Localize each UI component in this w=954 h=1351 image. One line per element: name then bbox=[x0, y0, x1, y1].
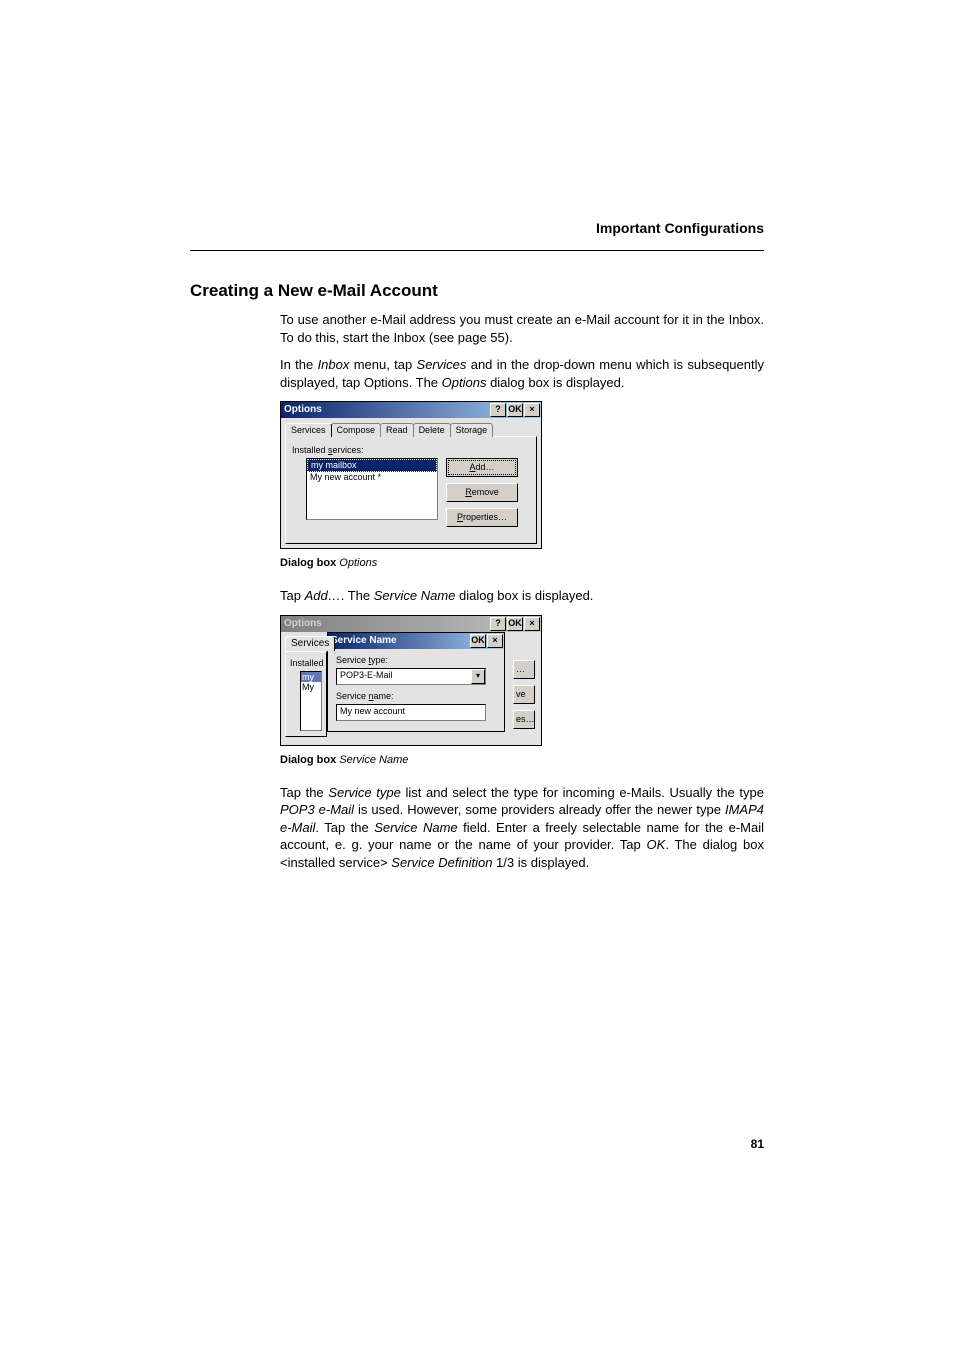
window-title: Service Name bbox=[328, 633, 470, 649]
tab-panel-services: Installed services: my mailbox My new ac… bbox=[285, 436, 537, 544]
properties-button[interactable]: Properties… bbox=[446, 508, 518, 527]
caption-2: Dialog box Service Name bbox=[280, 754, 764, 766]
text: ame: bbox=[374, 691, 394, 701]
page-number: 81 bbox=[751, 1137, 764, 1151]
remove-button[interactable]: Remove bbox=[446, 483, 518, 502]
services-listbox[interactable]: my mailbox My new account * bbox=[306, 458, 438, 520]
text: is used. However, some providers already… bbox=[354, 802, 725, 817]
service-name-dialog: Service Name OK × Service type: POP3-E-M… bbox=[327, 632, 513, 732]
paragraph-1: To use another e-Mail address you must c… bbox=[280, 311, 764, 346]
text: roperties… bbox=[463, 512, 507, 522]
text: list and select the type for incoming e-… bbox=[401, 785, 764, 800]
caption-label: Dialog box bbox=[280, 754, 336, 766]
service-type-combobox[interactable]: POP3-E-Mail ▾ bbox=[336, 668, 486, 685]
list-item[interactable]: my mailbox bbox=[307, 459, 437, 472]
text: ervices: bbox=[333, 445, 364, 455]
window-body: Services Compose Read Delete Storage Ins… bbox=[281, 418, 541, 548]
paragraph-4: Tap the Service type list and select the… bbox=[280, 784, 764, 872]
titlebar[interactable]: Service Name OK × bbox=[328, 633, 504, 649]
section-heading: Creating a New e-Mail Account bbox=[190, 281, 764, 301]
caption-label: Dialog box bbox=[280, 557, 336, 569]
window-title: Options bbox=[281, 402, 490, 418]
text: dialog box is displayed. bbox=[455, 588, 593, 603]
text: Service bbox=[336, 655, 369, 665]
caption-1: Dialog box Options bbox=[280, 557, 764, 569]
service-name-input[interactable]: My new account bbox=[336, 704, 486, 721]
text: Tap the bbox=[280, 785, 328, 800]
window-title-bg: Options bbox=[281, 616, 490, 632]
installed-label-bg: Installed bbox=[290, 658, 324, 668]
properties-button-edge: es… bbox=[513, 710, 535, 729]
service-type-label: Service type: bbox=[336, 655, 496, 665]
help-icon[interactable]: ? bbox=[490, 403, 506, 417]
text: Service bbox=[336, 691, 369, 701]
text: 1/3 is displayed. bbox=[492, 855, 589, 870]
add-button[interactable]: Add… bbox=[446, 458, 518, 477]
tab-storage[interactable]: Storage bbox=[450, 423, 494, 437]
list-item-bg: My bbox=[301, 682, 321, 692]
italic-inbox: Inbox bbox=[318, 357, 350, 372]
tab-delete[interactable]: Delete bbox=[413, 423, 451, 437]
titlebar-inactive: Options ? OK × bbox=[281, 616, 541, 632]
italic-service-name: Service Name bbox=[374, 588, 456, 603]
ok-button[interactable]: OK bbox=[470, 634, 486, 648]
text: ype: bbox=[371, 655, 388, 665]
text: . Tap the bbox=[315, 820, 374, 835]
ok-button: OK bbox=[507, 617, 523, 631]
running-header: Important Configurations bbox=[190, 220, 764, 244]
tab-services[interactable]: Services bbox=[285, 423, 332, 437]
close-icon: × bbox=[524, 617, 540, 631]
text: dd… bbox=[476, 462, 495, 472]
remove-button-edge: ve bbox=[513, 685, 535, 704]
text: . The bbox=[341, 588, 374, 603]
add-button-edge: … bbox=[513, 660, 535, 679]
options-window: Options ? OK × Services Compose Read Del… bbox=[280, 401, 542, 549]
bg-left-slice: Services Installed my My bbox=[285, 632, 327, 737]
text: Tap bbox=[280, 588, 305, 603]
options-window-bg: Options ? OK × Services Installed my My bbox=[280, 615, 542, 746]
italic-service-type: Service type bbox=[328, 785, 401, 800]
italic-ok: OK bbox=[647, 837, 666, 852]
ok-button[interactable]: OK bbox=[507, 403, 523, 417]
italic-options: Options bbox=[442, 375, 487, 390]
tab-compose[interactable]: Compose bbox=[331, 423, 382, 437]
bg-right-slice: … ve es… bbox=[513, 632, 537, 735]
header-title: Important Configurations bbox=[596, 220, 764, 236]
text: dialog box is displayed. bbox=[486, 375, 624, 390]
screenshot-service-name-dialog: Options ? OK × Services Installed my My bbox=[280, 615, 764, 746]
list-item-bg: my bbox=[301, 672, 321, 682]
chevron-down-icon[interactable]: ▾ bbox=[471, 669, 485, 684]
list-item[interactable]: My new account * bbox=[307, 472, 437, 483]
service-name-label: Service name: bbox=[336, 691, 496, 701]
tab-read[interactable]: Read bbox=[380, 423, 414, 437]
text: menu, tap bbox=[349, 357, 416, 372]
screenshot-options-dialog: Options ? OK × Services Compose Read Del… bbox=[280, 401, 764, 549]
combo-value: POP3-E-Mail bbox=[337, 669, 471, 684]
caption-name: Options bbox=[339, 557, 377, 569]
text: emove bbox=[472, 487, 499, 497]
titlebar[interactable]: Options ? OK × bbox=[281, 402, 541, 418]
header-rule bbox=[190, 250, 764, 251]
paragraph-3: Tap Add…. The Service Name dialog box is… bbox=[280, 587, 764, 605]
paragraph-2: In the Inbox menu, tap Services and in t… bbox=[280, 356, 764, 391]
caption-name: Service Name bbox=[339, 754, 408, 766]
text: Installed bbox=[292, 445, 328, 455]
italic-service-definition: Service Definition bbox=[391, 855, 492, 870]
italic-add: Add… bbox=[305, 588, 341, 603]
close-icon[interactable]: × bbox=[487, 634, 503, 648]
close-icon[interactable]: × bbox=[524, 403, 540, 417]
tab-services-bg: Services bbox=[285, 636, 335, 651]
italic-pop3: POP3 e-Mail bbox=[280, 802, 354, 817]
tab-strip: Services Compose Read Delete Storage bbox=[285, 423, 537, 437]
text: In the bbox=[280, 357, 318, 372]
installed-services-label: Installed services: bbox=[292, 445, 530, 455]
text: To use another e-Mail address you must c… bbox=[280, 312, 764, 345]
italic-services: Services bbox=[417, 357, 467, 372]
help-icon: ? bbox=[490, 617, 506, 631]
italic-service-name-2: Service Name bbox=[374, 820, 457, 835]
window-body-bg: Services Installed my My bbox=[281, 632, 541, 745]
